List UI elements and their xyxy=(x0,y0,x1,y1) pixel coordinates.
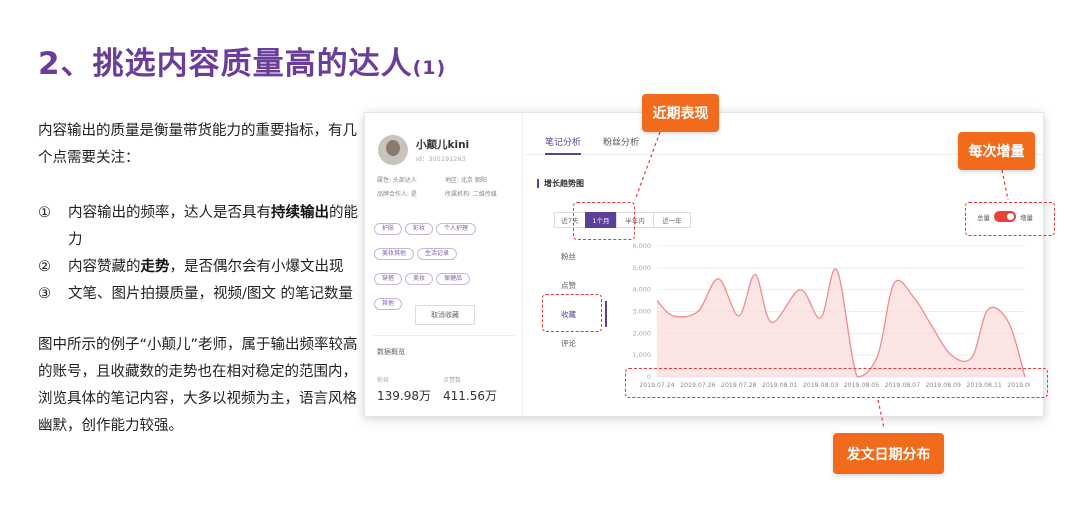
callout-recent-performance: 近期表现 xyxy=(642,94,719,132)
callout-post-date-distribution: 发文日期分布 xyxy=(833,433,944,474)
callout-each-increment: 每次增量 xyxy=(958,132,1035,170)
